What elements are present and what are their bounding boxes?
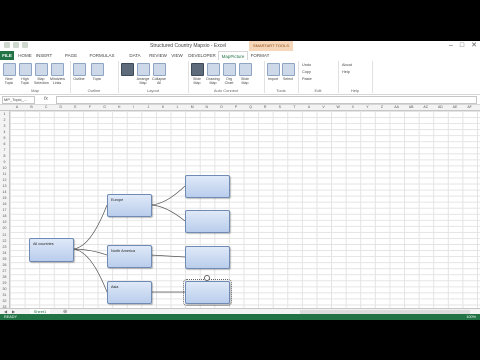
group-auto-connect: Slide Map Drawing Map Org Chart Slide Ma…: [188, 61, 265, 93]
slide-map-button[interactable]: Slide Map: [190, 63, 204, 85]
arrange-icon: [136, 63, 150, 76]
layout-icon: [120, 63, 134, 76]
drawing-icon: [206, 63, 220, 76]
high-topic-button[interactable]: High Topic: [18, 63, 32, 85]
drawing-map-button[interactable]: Drawing Map: [206, 63, 220, 85]
select-icon: [281, 63, 295, 76]
new-topic-button[interactable]: New Topic: [2, 63, 16, 85]
collapse-icon: [152, 63, 166, 76]
name-box[interactable]: MP_Topic_...: [2, 96, 35, 104]
tab-developer[interactable]: DEVELOPER: [188, 51, 216, 60]
group-label: Help: [350, 88, 360, 93]
maximize-button[interactable]: □: [460, 41, 464, 51]
collapse-all-button[interactable]: Collapse All: [152, 63, 166, 85]
rotate-handle[interactable]: [204, 275, 210, 281]
tab-home[interactable]: HOME: [17, 51, 33, 60]
group-label: Map: [31, 88, 39, 93]
topic-branch-asia[interactable]: Asia: [107, 281, 152, 304]
topic-branch-europe[interactable]: Europe: [107, 194, 152, 217]
help-button[interactable]: Help: [342, 70, 350, 74]
topic-icon: [18, 63, 32, 76]
undo-icon[interactable]: [13, 42, 19, 48]
group-label: Auto Connect: [213, 88, 239, 93]
status-ready: READY: [4, 315, 18, 319]
topic-leaf[interactable]: [185, 175, 230, 198]
zoom-level[interactable]: 100%: [466, 314, 476, 320]
topic-label: Europe: [111, 198, 124, 202]
topic-label: North America: [111, 249, 136, 253]
topic-root[interactable]: All countries: [29, 238, 74, 262]
slide-icon: [190, 63, 204, 76]
group-map: New Topic High Topic Map Selection Mindv…: [0, 61, 71, 93]
outline-icon: [72, 63, 86, 76]
group-label: Edit: [314, 88, 322, 93]
topic-icon: [90, 63, 104, 76]
map-selection-button[interactable]: Map Selection: [34, 63, 49, 85]
topic-leaf[interactable]: [185, 210, 230, 233]
window-title: Structured Country Mapsio - Excel: [150, 43, 227, 49]
org-chart-button[interactable]: Org Chart: [222, 63, 236, 85]
select-button[interactable]: Select: [281, 63, 295, 81]
fx-icon[interactable]: fx: [44, 96, 48, 102]
group-label: Outline: [87, 88, 101, 93]
group-layout: Arrange Map Collapse All Layout: [118, 61, 189, 93]
group-outline: Outline Topic Outline: [70, 61, 119, 93]
excel-window: Structured Country Mapsio - Excel SMARTA…: [0, 41, 480, 320]
connector-europe-leaf-2: [149, 204, 186, 222]
smartart-tools-header: SMARTART TOOLS: [249, 41, 293, 51]
topic-label: All countries: [33, 242, 54, 246]
connector-root-asia: [71, 248, 108, 293]
outline-button[interactable]: Outline: [72, 63, 86, 81]
connector-root-europe: [71, 204, 108, 250]
topic-label: Asia: [111, 285, 119, 289]
group-label: Layout: [146, 88, 159, 93]
close-button[interactable]: ✕: [471, 41, 477, 51]
ribbon: New Topic High Topic Map Selection Mindv…: [0, 60, 480, 95]
arrange-map-button[interactable]: Arrange Map: [136, 63, 150, 85]
tab-review[interactable]: REVIEW: [148, 51, 168, 60]
import-icon: [266, 63, 280, 76]
tab-formulas[interactable]: FORMULAS: [88, 51, 116, 60]
title-bar: Structured Country Mapsio - Excel SMARTA…: [0, 41, 480, 51]
tab-file[interactable]: FILE: [0, 51, 14, 60]
org-chart-icon: [222, 63, 236, 76]
link-icon: [50, 63, 64, 76]
group-tools: Import Select Tools: [264, 61, 299, 93]
formula-bar: MP_Topic_... fx: [0, 95, 480, 105]
redo-icon[interactable]: [22, 42, 28, 48]
import-button[interactable]: Import: [266, 63, 280, 81]
worksheet: A B C D E F G H I J K L M N O P Q R S T U V W X Y Z AA AB AC AD AE AF 1…: [0, 105, 480, 315]
mindview-links-button[interactable]: Mindview Links: [50, 63, 65, 85]
minimize-button[interactable]: –: [449, 41, 453, 51]
tab-insert[interactable]: INSERT: [35, 51, 53, 60]
connector-europe-leaf-1: [149, 185, 186, 206]
quick-access-toolbar: [4, 42, 28, 48]
group-edit: Undo Copy Paste Edit: [298, 61, 339, 93]
topic-button[interactable]: Topic: [90, 63, 104, 81]
topic-leaf[interactable]: [185, 246, 230, 269]
save-icon[interactable]: [4, 42, 10, 48]
topic-icon: [2, 63, 16, 76]
group-label: Tools: [276, 88, 286, 93]
window-controls: – □ ✕: [449, 41, 477, 51]
tab-data[interactable]: DATA: [128, 51, 142, 60]
connector-north-america-leaf: [149, 254, 186, 258]
map-icon: [34, 63, 48, 76]
topic-leaf-selected[interactable]: [183, 279, 232, 306]
paste-button[interactable]: Paste: [302, 77, 312, 81]
group-help: About Help Help: [338, 61, 373, 93]
about-button[interactable]: About: [342, 63, 352, 67]
tab-page-layout[interactable]: PAGE LAYOUT: [56, 51, 86, 67]
copy-button[interactable]: Copy: [302, 70, 311, 74]
formula-input[interactable]: [56, 96, 477, 104]
slide-map-2-button[interactable]: Slide Map: [238, 63, 252, 85]
connector-lines: [71, 185, 186, 293]
layout-picker-button[interactable]: [120, 63, 134, 77]
undo-button[interactable]: Undo: [302, 63, 311, 67]
tab-format[interactable]: FORMAT: [250, 51, 270, 60]
tab-view[interactable]: VIEW: [170, 51, 184, 60]
slide-icon: [238, 63, 252, 76]
status-bar: READY 100%: [0, 314, 480, 320]
topic-branch-north-america[interactable]: North America: [107, 245, 152, 268]
